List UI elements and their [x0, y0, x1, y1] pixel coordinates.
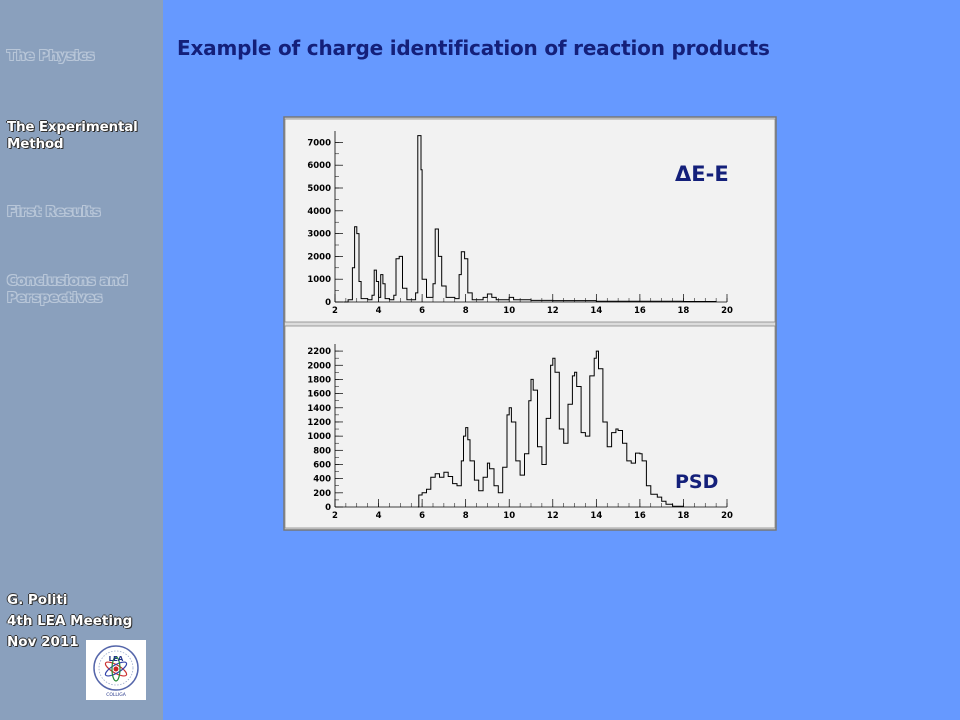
y-tick-label: 200: [313, 489, 331, 499]
chart-panel: [284, 118, 776, 323]
sidebar: The Physics The Experimental Method Firs…: [0, 0, 163, 720]
x-tick-label: 2: [332, 306, 338, 316]
x-tick-label: 20: [721, 306, 733, 316]
y-tick-label: 4000: [307, 207, 331, 217]
x-tick-label: 6: [419, 511, 425, 521]
x-tick-label: 4: [376, 511, 382, 521]
nav-item-the-experimental-method[interactable]: The Experimental Method: [7, 119, 159, 153]
nav-item-conclusions-and-perspectives[interactable]: Conclusions and Perspectives: [7, 273, 159, 307]
delta-e-e-label: ΔE-E: [675, 162, 729, 186]
lea-colliga-logo: LEA COLLIGA: [86, 640, 146, 700]
nav-item-the-physics[interactable]: The Physics: [7, 48, 159, 65]
chart-panel: [284, 325, 776, 529]
presenter-name: G. Politi: [7, 592, 68, 608]
y-tick-label: 0: [325, 298, 331, 308]
slide-title: Example of charge identification of reac…: [177, 36, 770, 60]
y-tick-label: 3000: [307, 230, 331, 240]
x-tick-label: 4: [376, 306, 382, 316]
histogram-figure: 010002000300040005000600070002 4 6 8 10 12 14 1…: [283, 116, 777, 531]
psd-label: PSD: [675, 471, 718, 493]
x-tick-label: 16: [634, 511, 646, 521]
x-tick-label: 18: [678, 511, 690, 521]
x-tick-label: 8: [463, 511, 469, 521]
x-tick-label: 12: [547, 511, 559, 521]
x-tick-label: 10: [503, 306, 515, 316]
y-tick-label: 2200: [307, 347, 331, 357]
y-tick-label: 800: [313, 446, 331, 456]
y-tick-label: 1000: [307, 432, 331, 442]
x-tick-label: 14: [590, 511, 602, 521]
x-tick-label: 18: [678, 306, 690, 316]
x-tick-label: 8: [463, 306, 469, 316]
x-tick-label: 2: [332, 511, 338, 521]
y-tick-label: 7000: [307, 138, 331, 148]
y-tick-label: 2000: [307, 361, 331, 371]
x-tick-label: 6: [419, 306, 425, 316]
y-tick-label: 6000: [307, 161, 331, 171]
x-tick-label: 16: [634, 306, 646, 316]
logo-subtext: COLLIGA: [106, 692, 127, 698]
logo-text: LEA: [109, 655, 124, 663]
nav-item-first-results[interactable]: First Results: [7, 204, 159, 221]
y-tick-label: 0: [325, 503, 331, 513]
x-tick-label: 14: [590, 306, 602, 316]
x-tick-label: 20: [721, 511, 733, 521]
logo-nucleus: [113, 666, 119, 672]
meeting-name: 4th LEA Meeting: [7, 613, 133, 629]
y-tick-label: 2000: [307, 252, 331, 262]
y-tick-label: 1200: [307, 418, 331, 428]
y-tick-label: 1600: [307, 390, 331, 400]
y-tick-label: 400: [313, 475, 331, 485]
y-tick-label: 600: [313, 460, 331, 470]
y-tick-label: 1000: [307, 275, 331, 285]
y-tick-label: 1800: [307, 375, 331, 385]
y-tick-label: 1400: [307, 404, 331, 414]
x-tick-label: 12: [547, 306, 559, 316]
x-tick-label: 10: [503, 511, 515, 521]
y-tick-label: 5000: [307, 184, 331, 194]
